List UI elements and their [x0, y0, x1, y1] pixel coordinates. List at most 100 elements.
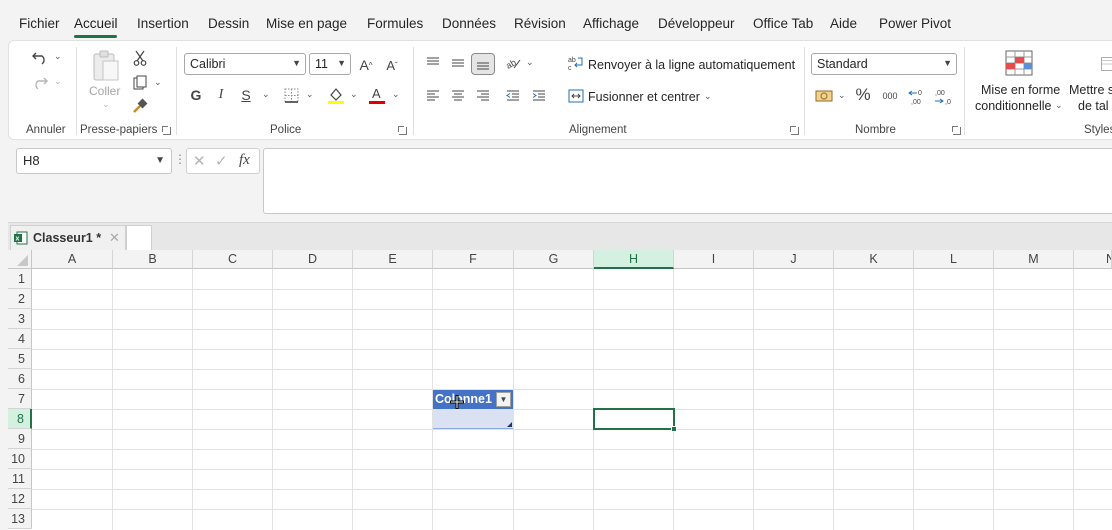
- increase-indent-icon[interactable]: [529, 86, 549, 106]
- menu-mise-en-page[interactable]: Mise en page: [266, 16, 347, 31]
- row-header-13[interactable]: 13: [8, 509, 32, 529]
- menu-aide[interactable]: Aide: [830, 16, 857, 31]
- decrease-decimal-icon[interactable]: ,00,0: [933, 85, 955, 107]
- row-header-10[interactable]: 10: [8, 449, 32, 469]
- menu-power-pivot[interactable]: Power Pivot: [879, 16, 951, 31]
- undo-icon[interactable]: [29, 47, 51, 67]
- column-header-d[interactable]: D: [273, 250, 353, 269]
- underline-button[interactable]: S: [238, 86, 254, 104]
- column-header-n[interactable]: N: [1074, 250, 1112, 269]
- row-header-11[interactable]: 11: [8, 469, 32, 489]
- merge-center-button[interactable]: Fusionner et centrer: [588, 90, 700, 104]
- italic-button[interactable]: I: [213, 86, 229, 104]
- borders-icon[interactable]: [281, 86, 301, 104]
- name-box[interactable]: H8 ▼: [16, 148, 172, 174]
- column-header-c[interactable]: C: [193, 250, 273, 269]
- row-header-7[interactable]: 7: [8, 389, 32, 409]
- column-header-g[interactable]: G: [514, 250, 594, 269]
- copy-icon[interactable]: [131, 73, 149, 91]
- fill-color-icon[interactable]: [326, 85, 346, 105]
- menu-revision[interactable]: Révision: [514, 16, 566, 31]
- insert-function-button[interactable]: fx: [239, 152, 250, 169]
- menu-office-tab[interactable]: Office Tab: [753, 16, 813, 31]
- text-orientation-icon[interactable]: ab: [503, 53, 523, 73]
- format-as-table-icon[interactable]: [1101, 51, 1112, 77]
- row-header-2[interactable]: 2: [8, 289, 32, 309]
- number-launcher-icon[interactable]: [952, 126, 961, 135]
- column-header-h[interactable]: H: [594, 250, 674, 269]
- menu-donnees[interactable]: Données: [442, 16, 496, 31]
- font-name-dropdown[interactable]: Calibri ▼: [184, 53, 306, 75]
- decrease-indent-icon[interactable]: [503, 86, 523, 106]
- align-left-icon[interactable]: [423, 86, 443, 106]
- decrease-font-size-icon[interactable]: Aˇ: [382, 55, 402, 75]
- formula-bar-grip-icon[interactable]: ⋮: [174, 152, 186, 166]
- select-all-corner[interactable]: [8, 250, 32, 269]
- close-tab-icon[interactable]: ✕: [109, 230, 120, 246]
- merge-center-icon[interactable]: [567, 87, 585, 105]
- column-header-m[interactable]: M: [994, 250, 1074, 269]
- menu-developpeur[interactable]: Développeur: [658, 16, 735, 31]
- font-color-dropdown-icon[interactable]: ⌄: [392, 89, 400, 100]
- row-header-6[interactable]: 6: [8, 369, 32, 389]
- column-header-j[interactable]: J: [754, 250, 834, 269]
- table-data-cell[interactable]: [433, 410, 513, 429]
- font-size-dropdown[interactable]: 11 ▼: [309, 53, 351, 75]
- borders-dropdown-icon[interactable]: ⌄: [306, 89, 314, 100]
- cut-icon[interactable]: [131, 49, 149, 67]
- document-tab[interactable]: x Classeur1 * ✕: [10, 225, 126, 250]
- underline-dropdown-icon[interactable]: ⌄: [262, 89, 270, 100]
- alignment-launcher-icon[interactable]: [790, 126, 799, 135]
- format-as-table-label-2[interactable]: de tal: [1078, 99, 1109, 113]
- row-header-12[interactable]: 12: [8, 489, 32, 509]
- conditional-formatting-label-1[interactable]: Mise en forme: [981, 83, 1060, 97]
- accounting-format-icon[interactable]: [813, 87, 835, 105]
- spreadsheet-grid[interactable]: A B C D E F G H I J K L M N 1 2 3 4 5 6 …: [8, 250, 1112, 530]
- clipboard-launcher-icon[interactable]: [162, 126, 171, 135]
- wrap-text-icon[interactable]: ab c: [567, 54, 585, 72]
- fill-color-dropdown-icon[interactable]: ⌄: [350, 89, 358, 100]
- row-header-9[interactable]: 9: [8, 429, 32, 449]
- conditional-formatting-label-2[interactable]: conditionnelle: [975, 99, 1051, 113]
- undo-dropdown-icon[interactable]: ⌄: [54, 51, 62, 62]
- column-header-l[interactable]: L: [914, 250, 994, 269]
- increase-decimal-icon[interactable]: 0,00: [907, 85, 929, 107]
- menu-affichage[interactable]: Affichage: [583, 16, 639, 31]
- format-as-table-label-1[interactable]: Mettre s: [1069, 83, 1112, 97]
- menu-formules[interactable]: Formules: [367, 16, 423, 31]
- menu-fichier[interactable]: Fichier: [19, 16, 60, 31]
- menu-dessin[interactable]: Dessin: [208, 16, 249, 31]
- column-header-k[interactable]: K: [834, 250, 914, 269]
- format-painter-icon[interactable]: [131, 97, 149, 115]
- active-cell-h8[interactable]: [593, 408, 677, 432]
- column-header-i[interactable]: I: [674, 250, 754, 269]
- table-header-cell[interactable]: Colonne1 ▼: [433, 390, 513, 409]
- conditional-formatting-dropdown-icon[interactable]: ⌄: [1055, 100, 1063, 111]
- merge-dropdown-icon[interactable]: ⌄: [704, 91, 712, 102]
- align-bottom-icon[interactable]: [471, 53, 495, 75]
- row-header-8[interactable]: 8: [8, 409, 32, 429]
- conditional-formatting-icon[interactable]: [1004, 49, 1034, 77]
- orientation-dropdown-icon[interactable]: ⌄: [526, 57, 534, 68]
- row-header-5[interactable]: 5: [8, 349, 32, 369]
- increase-font-size-icon[interactable]: A ^: [356, 55, 376, 75]
- menu-insertion[interactable]: Insertion: [137, 16, 189, 31]
- column-header-e[interactable]: E: [353, 250, 433, 269]
- percent-icon[interactable]: %: [853, 85, 873, 105]
- number-format-dropdown[interactable]: Standard ▼: [811, 53, 957, 75]
- column-header-a[interactable]: A: [32, 250, 113, 269]
- copy-dropdown-icon[interactable]: ⌄: [154, 77, 162, 88]
- align-center-icon[interactable]: [448, 86, 468, 106]
- align-right-icon[interactable]: [473, 86, 493, 106]
- column-header-f[interactable]: F: [433, 250, 514, 269]
- align-middle-icon[interactable]: [448, 53, 468, 73]
- row-header-4[interactable]: 4: [8, 329, 32, 349]
- new-tab-button[interactable]: [126, 225, 152, 250]
- formula-input[interactable]: [263, 148, 1112, 214]
- bold-button[interactable]: G: [188, 86, 204, 104]
- column-header-b[interactable]: B: [113, 250, 193, 269]
- fill-handle[interactable]: [671, 426, 677, 432]
- align-top-icon[interactable]: [423, 53, 443, 73]
- filter-dropdown-icon[interactable]: ▼: [496, 392, 511, 407]
- thousands-separator-icon[interactable]: 000: [879, 87, 901, 105]
